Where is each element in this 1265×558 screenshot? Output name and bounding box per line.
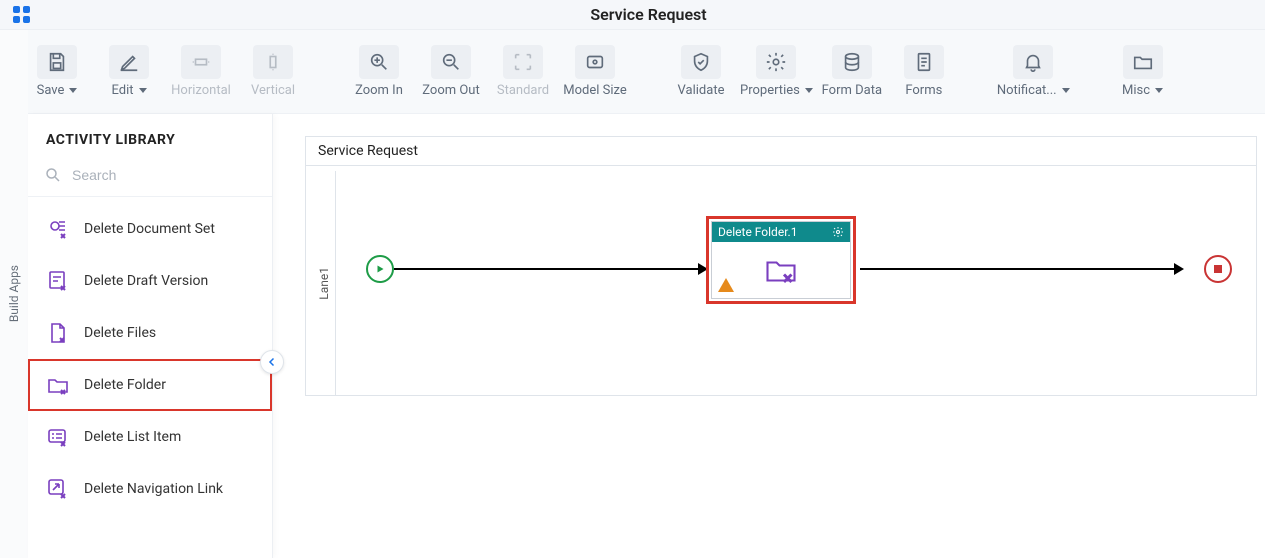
activity-header: Delete Folder.1 — [712, 222, 850, 242]
main: ACTIVITY LIBRARY Delete Document Set Del… — [28, 114, 1265, 558]
validate-icon — [681, 45, 721, 79]
notifications-button[interactable]: Notificat... — [997, 39, 1070, 105]
zoom-in-label: Zoom In — [355, 83, 403, 98]
forms-icon — [904, 45, 944, 79]
search-icon — [44, 166, 62, 184]
save-icon — [37, 45, 77, 79]
misc-label: Misc — [1122, 83, 1163, 98]
notifications-label: Notificat... — [997, 83, 1070, 98]
activity-gear-icon[interactable] — [832, 226, 844, 238]
lane-label: Lane1 — [312, 171, 336, 395]
activity-item-label: Delete Navigation Link — [84, 481, 223, 497]
arrow-icon — [1174, 263, 1184, 275]
vertical-icon — [253, 45, 293, 79]
toolbar: Save Edit Horizontal Vertical — [12, 30, 1265, 114]
horizontal-button: Horizontal — [168, 39, 234, 105]
activity-item-label: Delete Files — [84, 325, 156, 341]
connector-line — [394, 268, 706, 270]
validate-label: Validate — [678, 83, 725, 98]
page-title: Service Request — [32, 5, 1265, 24]
activity-title: Delete Folder.1 — [718, 225, 797, 239]
model-size-label: Model Size — [563, 83, 627, 98]
app-grid-icon[interactable] — [12, 5, 32, 25]
sidebar-collapse-button[interactable] — [260, 350, 284, 374]
activity-library-panel: ACTIVITY LIBRARY Delete Document Set Del… — [28, 114, 273, 558]
lane-body[interactable]: Delete Folder.1 — [336, 171, 1256, 395]
forms-button[interactable]: Forms — [891, 39, 957, 105]
edit-icon — [109, 45, 149, 79]
edit-label: Edit — [111, 83, 146, 98]
warning-icon — [718, 278, 734, 292]
activity-item-delete-files[interactable]: Delete Files — [28, 307, 272, 359]
activity-item-delete-document-set[interactable]: Delete Document Set — [28, 203, 272, 255]
activity-library-heading: ACTIVITY LIBRARY — [28, 114, 272, 160]
model-size-button[interactable]: Model Size — [562, 39, 628, 105]
standard-icon — [503, 45, 543, 79]
activity-body — [712, 242, 850, 298]
activity-item-label: Delete Draft Version — [84, 273, 208, 289]
canvas-area: Service Request Lane1 Delete Folder.1 — [273, 114, 1265, 558]
vertical-button: Vertical — [240, 39, 306, 105]
activity-item-delete-list-item[interactable]: Delete List Item — [28, 411, 272, 463]
save-label: Save — [37, 83, 78, 98]
activity-item-label: Delete Document Set — [84, 221, 215, 237]
left-rail[interactable]: Build Apps — [0, 30, 28, 558]
save-button[interactable]: Save — [24, 39, 90, 105]
horizontal-icon — [181, 45, 221, 79]
standard-label: Standard — [497, 83, 549, 98]
properties-label: Properties — [740, 83, 813, 98]
database-icon — [832, 45, 872, 79]
activity-item-label: Delete List Item — [84, 429, 181, 445]
gear-icon — [756, 45, 796, 79]
left-rail-label: Build Apps — [7, 265, 21, 322]
activity-item-delete-folder[interactable]: Delete Folder — [28, 359, 272, 411]
zoom-in-button[interactable]: Zoom In — [346, 39, 412, 105]
nav-link-icon — [46, 477, 70, 501]
forms-label: Forms — [905, 83, 942, 98]
file-icon — [46, 321, 70, 345]
zoom-out-icon — [431, 45, 471, 79]
properties-button[interactable]: Properties — [740, 39, 813, 105]
standard-button: Standard — [490, 39, 556, 105]
start-node[interactable] — [366, 255, 394, 283]
folder-icon — [1123, 45, 1163, 79]
folder-delete-icon — [46, 373, 70, 397]
zoom-in-icon — [359, 45, 399, 79]
form-data-label: Form Data — [822, 83, 882, 98]
activity-item-delete-navigation-link[interactable]: Delete Navigation Link — [28, 463, 272, 515]
zoom-out-label: Zoom Out — [422, 83, 479, 98]
model-size-icon — [575, 45, 615, 79]
edit-button[interactable]: Edit — [96, 39, 162, 105]
zoom-out-button[interactable]: Zoom Out — [418, 39, 484, 105]
activity-item-delete-draft-version[interactable]: Delete Draft Version — [28, 255, 272, 307]
search-row — [28, 160, 272, 197]
activity-item-label: Delete Folder — [84, 377, 166, 393]
connector-line — [860, 268, 1180, 270]
vertical-label: Vertical — [251, 83, 295, 98]
form-data-button[interactable]: Form Data — [819, 39, 885, 105]
activity-node-delete-folder[interactable]: Delete Folder.1 — [706, 216, 856, 304]
end-node[interactable] — [1204, 255, 1232, 283]
list-item-icon — [46, 425, 70, 449]
document-set-icon — [46, 217, 70, 241]
horizontal-label: Horizontal — [171, 83, 231, 98]
misc-button[interactable]: Misc — [1110, 39, 1176, 105]
lane-name: Lane1 — [317, 267, 331, 300]
validate-button[interactable]: Validate — [668, 39, 734, 105]
search-input[interactable] — [72, 167, 256, 183]
activity-list: Delete Document Set Delete Draft Version… — [28, 197, 272, 558]
bell-icon — [1013, 45, 1053, 79]
process-canvas[interactable]: Service Request Lane1 Delete Folder.1 — [305, 136, 1257, 396]
draft-icon — [46, 269, 70, 293]
top-bar: Service Request — [0, 0, 1265, 30]
canvas-title: Service Request — [306, 137, 1256, 166]
